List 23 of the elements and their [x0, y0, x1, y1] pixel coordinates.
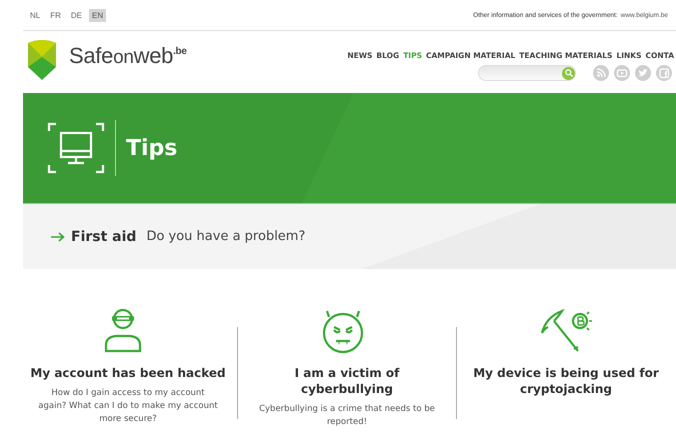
card-title[interactable]: My device is being used for cryptojacking — [461, 365, 671, 397]
section-subtitle: Do you have a problem? — [146, 229, 306, 244]
search-field[interactable] — [478, 65, 576, 81]
rss-icon[interactable] — [593, 65, 609, 81]
card-title[interactable]: My account has been hacked — [24, 365, 232, 381]
bird-icon[interactable] — [635, 65, 651, 81]
shield-logo-icon — [27, 37, 57, 81]
language-link[interactable]: EN — [89, 8, 106, 22]
card-text: Cyberbullying is a crime that needs to be reported! — [258, 403, 436, 429]
card-text: How do I gain access to my account again? What can I do to make my account more secure? — [37, 387, 219, 426]
language-link[interactable]: DE — [68, 8, 86, 22]
language-link[interactable]: FR — [47, 8, 64, 22]
arrow-icon — [51, 232, 65, 242]
page-title: Tips — [126, 136, 178, 160]
search-button[interactable] — [562, 66, 575, 80]
monitor-icon — [47, 122, 105, 174]
language-link[interactable]: NL — [27, 8, 44, 22]
section-title: First aid — [71, 228, 136, 244]
f-icon[interactable] — [656, 65, 672, 81]
logo-text[interactable]: Safeonweb$^{.be}$ — [69, 43, 187, 69]
card-title[interactable]: I am a victim of cyberbullying — [242, 365, 452, 397]
search-icon — [564, 69, 572, 77]
play-icon[interactable] — [614, 65, 630, 81]
